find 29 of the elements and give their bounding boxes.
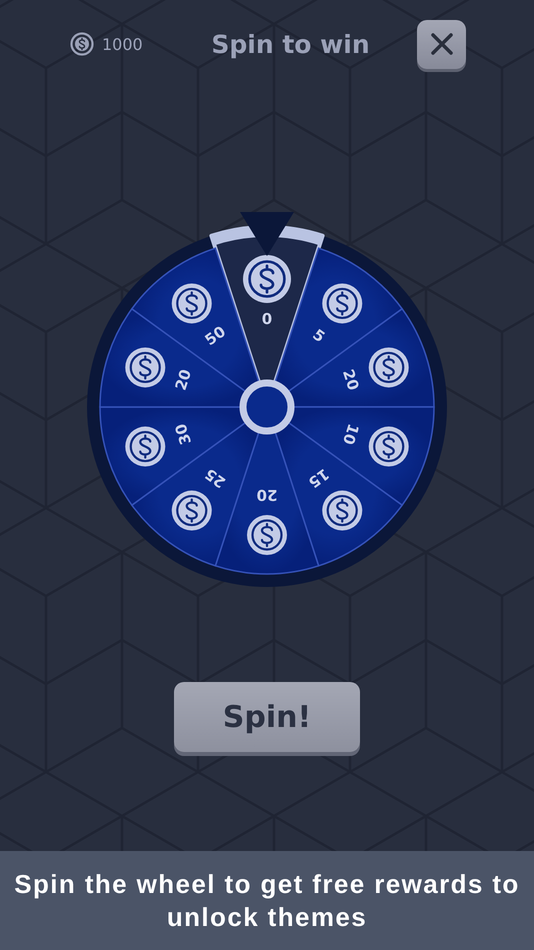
coin-icon [368,426,409,467]
segment-value: 20 [172,367,196,393]
coin-icon [172,283,212,324]
coin-icon [243,255,291,303]
close-button[interactable] [417,20,466,68]
close-icon [430,32,454,56]
screen-title: Spin to win [210,30,371,58]
coin-balance: 1000 [102,34,143,54]
segment-value: 15 [305,464,332,492]
coin-icon [172,490,212,531]
spin-button[interactable]: Spin! [174,682,360,752]
coin-icon [70,32,94,56]
segment-value: 30 [172,421,196,447]
coin-icon [368,347,409,388]
segment-value: 10 [338,421,362,447]
segment-value: 0 [262,310,272,328]
coin-icon [322,283,362,324]
segment-value: 20 [256,486,278,504]
coin-icon [322,490,362,531]
caption-text: Spin the wheel to get free rewards to unlock themes [13,868,521,933]
segment-value: 50 [202,322,229,350]
coin-icon [125,426,166,467]
segment-value: 5 [309,325,328,346]
coin-icon [247,515,287,555]
wheel-hub [240,380,294,434]
coin-icon [125,347,166,388]
segment-value: 25 [202,464,229,492]
pointer-icon [240,212,294,256]
segment-value: 20 [338,367,362,393]
